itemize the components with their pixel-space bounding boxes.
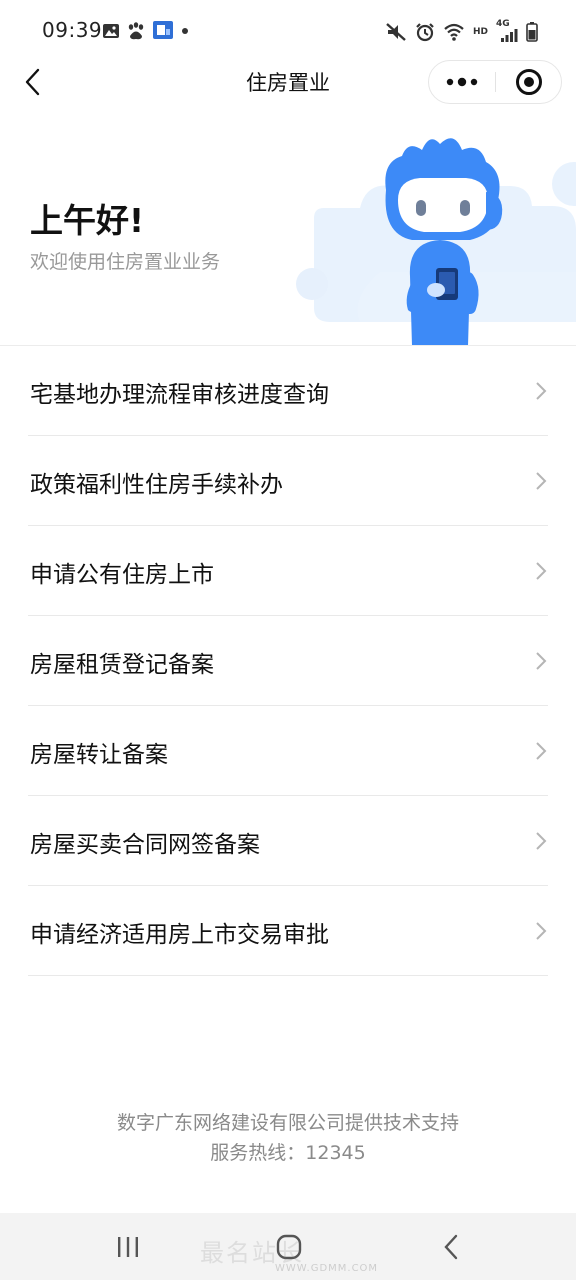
chevron-right-icon [536, 922, 547, 940]
welcome-banner: 上午好! 欢迎使用住房置业业务 [0, 102, 576, 346]
service-item-label: 政策福利性住房手续补办 [30, 472, 283, 498]
hd-label: HD [472, 27, 488, 37]
app-badge-icon [153, 21, 173, 39]
target-close-icon [516, 69, 542, 95]
close-miniprogram-button[interactable] [496, 61, 562, 103]
greeting-text: 上午好! [30, 201, 145, 240]
system-back-button[interactable] [416, 1213, 486, 1280]
chevron-right-icon [536, 742, 547, 760]
status-left-icons [102, 20, 190, 42]
service-item-label: 宅基地办理流程审核进度查询 [30, 382, 329, 408]
chevron-right-icon [536, 382, 547, 400]
recent-apps-button[interactable] [93, 1213, 163, 1280]
mini-program-capsule [428, 60, 562, 104]
service-item-label: 房屋转让备案 [30, 742, 168, 768]
system-back-icon [444, 1234, 458, 1259]
image-icon [103, 24, 119, 38]
alarm-icon [416, 23, 434, 42]
status-time: 09:39 [42, 18, 103, 42]
system-nav-bar: 最名站长 WWW.GDMM.COM [0, 1213, 576, 1280]
mascot-illustration [296, 138, 576, 346]
signal-4g-icon: 4G [496, 19, 518, 43]
service-item-label: 申请公有住房上市 [30, 562, 214, 588]
status-right-icons: HD 4G [385, 19, 538, 44]
battery-icon [526, 22, 538, 42]
chevron-right-icon [536, 652, 547, 670]
wifi-icon [444, 23, 464, 41]
watermark-url: WWW.GDMM.COM [275, 1263, 379, 1274]
paw-icon [128, 22, 144, 40]
service-item-affordable-housing[interactable]: 申请经济适用房上市交易审批 [28, 886, 548, 976]
service-item-label: 房屋租赁登记备案 [30, 652, 214, 678]
service-list: 宅基地办理流程审核进度查询 政策福利性住房手续补办 申请公有住房上市 房屋租赁登… [28, 346, 548, 976]
welcome-text: 欢迎使用住房置业业务 [30, 251, 221, 273]
hotline-text: 服务热线：12345 [210, 1142, 366, 1164]
nav-bar: 住房置业 [0, 60, 576, 104]
service-item-welfare-housing[interactable]: 政策福利性住房手续补办 [28, 436, 548, 526]
signal-bars-icon [501, 29, 518, 42]
more-dots-icon [446, 77, 478, 87]
service-item-label: 申请经济适用房上市交易审批 [30, 922, 329, 948]
recent-apps-icon [118, 1236, 138, 1257]
status-bar: 09:39 HD 4G [0, 0, 576, 62]
service-item-homestead-progress[interactable]: 宅基地办理流程审核进度查询 [28, 346, 548, 436]
service-item-rental-registration[interactable]: 房屋租赁登记备案 [28, 616, 548, 706]
chevron-right-icon [536, 832, 547, 850]
chevron-right-icon [536, 472, 547, 490]
service-item-public-housing-listing[interactable]: 申请公有住房上市 [28, 526, 548, 616]
tech-support-text: 数字广东网络建设有限公司提供技术支持 [116, 1112, 459, 1134]
chevron-right-icon [536, 562, 547, 580]
service-item-transfer-filing[interactable]: 房屋转让备案 [28, 706, 548, 796]
mute-icon [386, 23, 406, 41]
footer: 数字广东网络建设有限公司提供技术支持 服务热线：12345 [0, 1108, 576, 1168]
more-button[interactable] [429, 61, 495, 103]
service-item-sales-contract[interactable]: 房屋买卖合同网签备案 [28, 796, 548, 886]
service-item-label: 房屋买卖合同网签备案 [30, 832, 260, 858]
dot-icon [182, 28, 188, 34]
